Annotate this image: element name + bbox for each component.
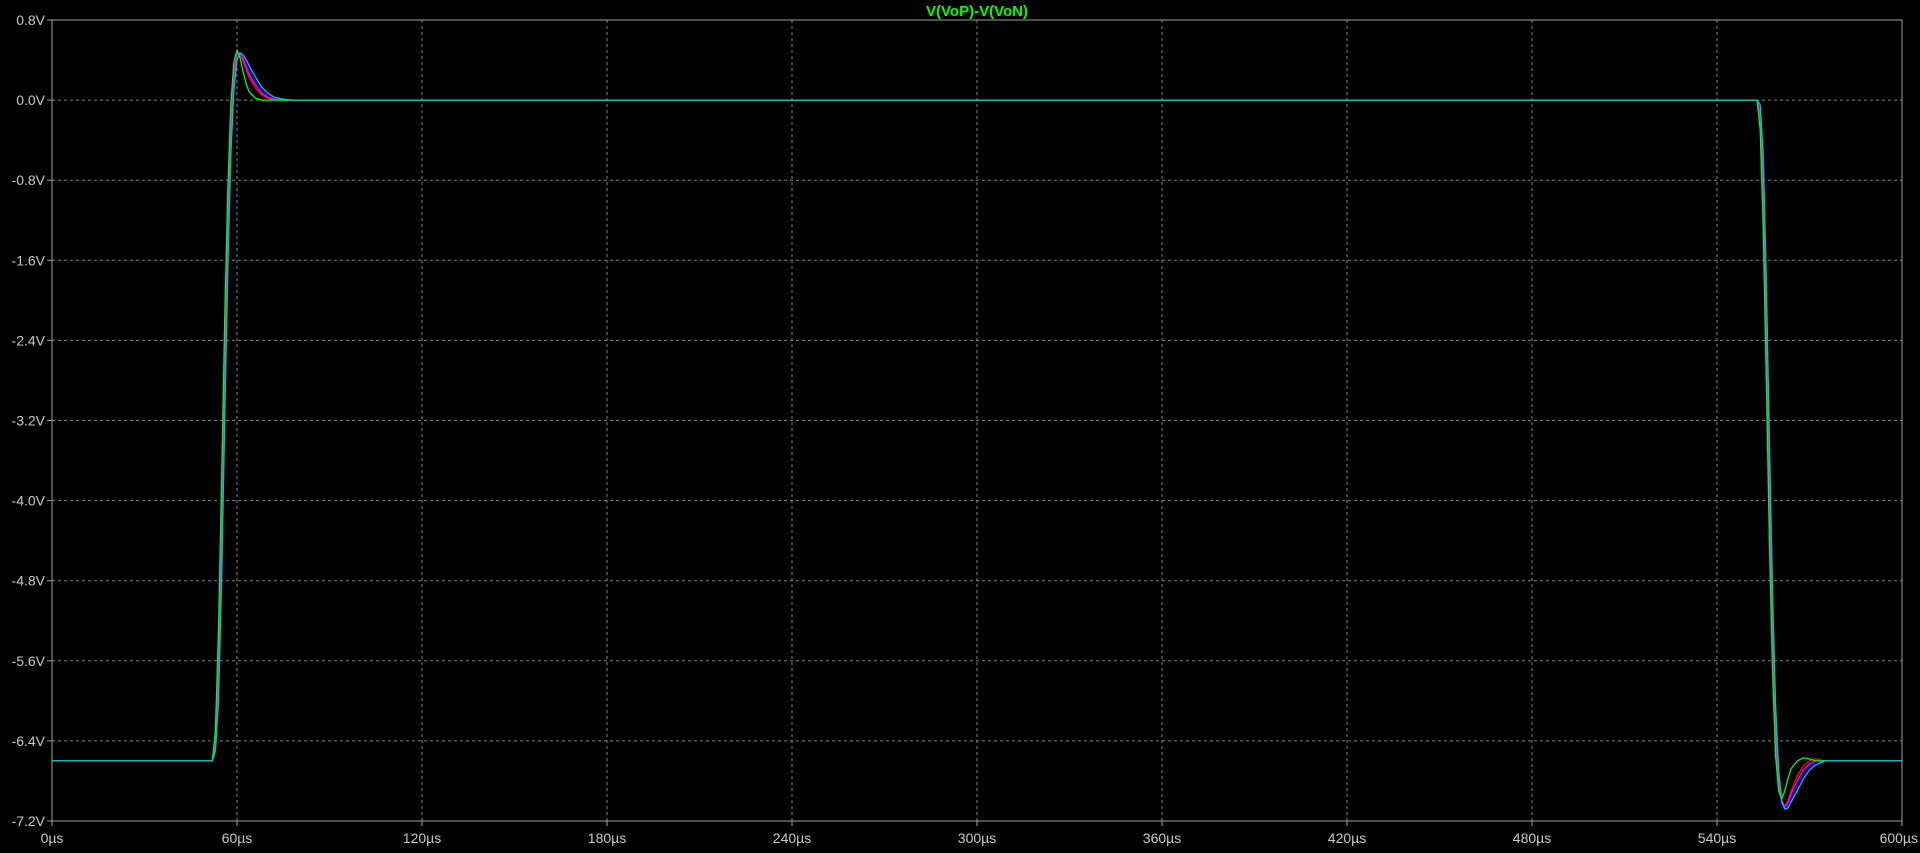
x-tick-label: 300µs	[958, 830, 996, 846]
x-tick-label: 600µs	[1880, 830, 1918, 846]
y-tick-label: -1.6V	[12, 252, 46, 268]
y-tick-label: -3.2V	[12, 413, 46, 429]
y-tick-label: -4.0V	[12, 493, 46, 509]
x-tick-label: 120µs	[403, 830, 441, 846]
x-tick-label: 360µs	[1143, 830, 1181, 846]
x-tick-label: 60µs	[222, 830, 253, 846]
x-tick-label: 540µs	[1698, 830, 1736, 846]
y-tick-label: -6.4V	[12, 733, 46, 749]
y-tick-label: 0.8V	[16, 12, 45, 28]
waveform-plot[interactable]: 0.8V 0.0V -0.8V -1.6V -2.4V -3.2V -4.0V -4.8V -5…	[0, 0, 1920, 853]
trace-title[interactable]: V(VoP)-V(VoN)	[926, 3, 1028, 20]
x-tick-label: 480µs	[1513, 830, 1551, 846]
y-tick-label: -2.4V	[12, 332, 46, 348]
x-tick-label: 0µs	[41, 830, 64, 846]
x-tick-label: 180µs	[588, 830, 626, 846]
x-tick-label: 240µs	[773, 830, 811, 846]
x-tick-label: 420µs	[1328, 830, 1366, 846]
y-tick-label: -0.8V	[12, 172, 46, 188]
y-tick-label: -5.6V	[12, 653, 46, 669]
y-tick-label: -7.2V	[12, 813, 46, 829]
y-tick-label: 0.0V	[16, 92, 45, 108]
y-tick-label: -4.8V	[12, 573, 46, 589]
plot-background	[0, 0, 1920, 853]
